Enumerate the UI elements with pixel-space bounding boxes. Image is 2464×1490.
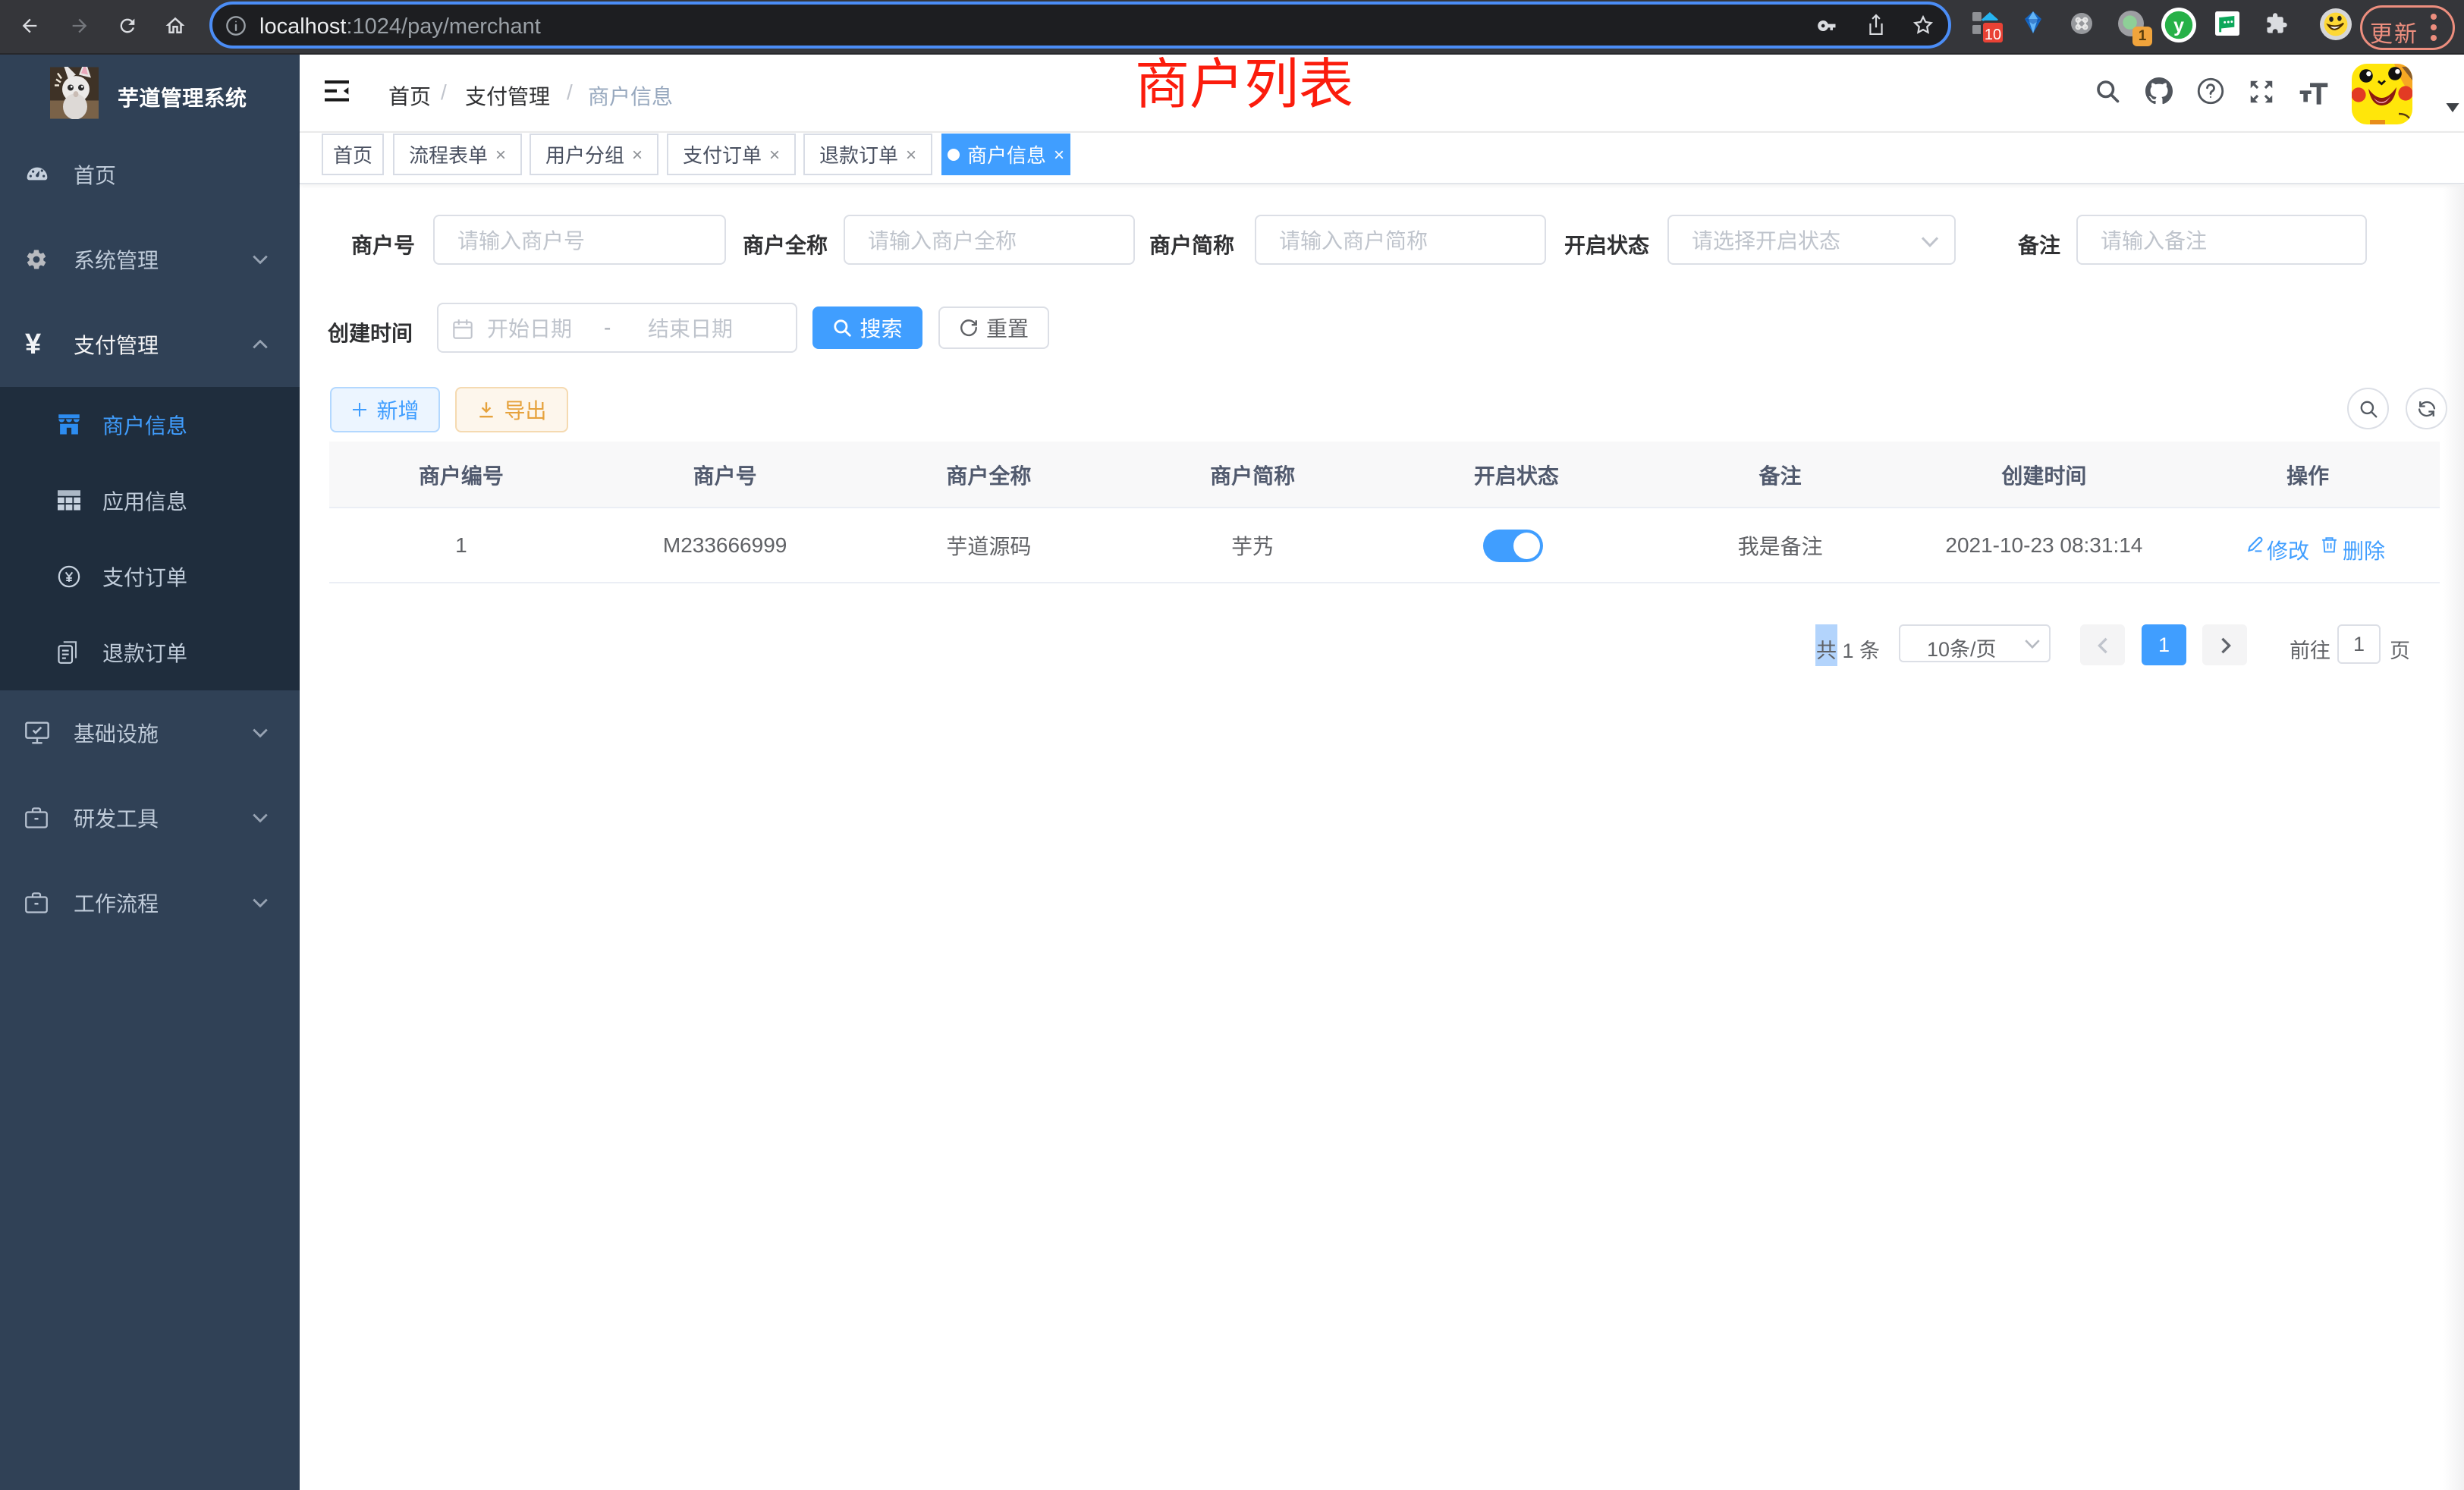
svg-text:y: y [2173,15,2184,36]
